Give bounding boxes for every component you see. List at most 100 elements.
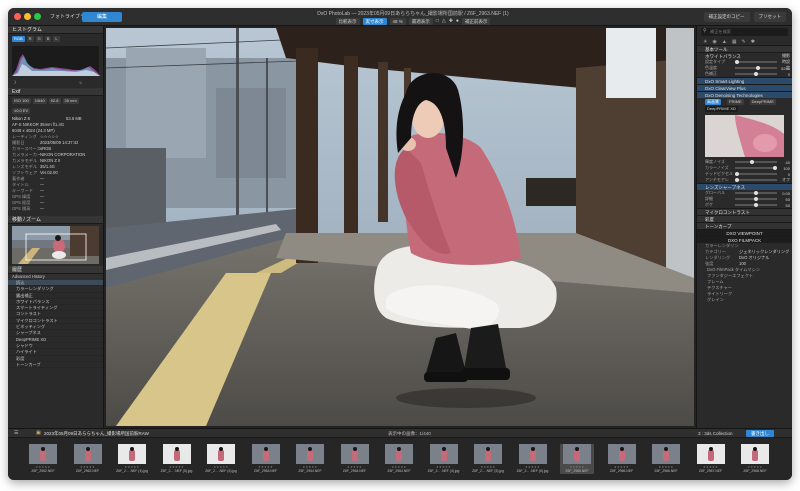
lens-sharpness-header[interactable]: レンズシャープネス — [697, 183, 792, 190]
denoise-deepprime[interactable]: DeepPRIME — [749, 99, 776, 105]
channel-rgb[interactable]: RGB — [12, 36, 25, 42]
filmstrip-thumbnail[interactable]: ★★★★★ Z6F_2965.NEF — [560, 444, 594, 474]
filmstrip-thumbnail[interactable]: ★★★★★ Z6F_2968.NEF — [738, 444, 772, 474]
exif-header[interactable]: Exif — [8, 88, 103, 96]
filmstrip-thumbnail[interactable]: ★★★★★ Z6F_2962.NEF — [26, 444, 60, 474]
history-item[interactable]: トーンカーブ — [8, 362, 103, 369]
slider-track[interactable] — [735, 190, 777, 195]
filmstrip-thumbnail[interactable]: ★★★★★ Z6F_2966.NEF — [605, 444, 639, 474]
filmstrip-thumbnail[interactable]: ★★★★★ Z6F_2962.NEF — [71, 444, 105, 474]
filmpack-header[interactable]: DXO FILMPACK — [697, 236, 792, 243]
slider-track[interactable] — [735, 171, 777, 176]
sun-icon[interactable]: ☼ — [78, 80, 83, 86]
close-window-icon[interactable] — [14, 13, 21, 20]
filter-icon[interactable]: ☰ — [14, 430, 18, 436]
slider-track[interactable] — [735, 59, 777, 64]
slider-knob[interactable] — [735, 59, 739, 64]
slider-knob[interactable] — [754, 196, 758, 201]
tab-customize[interactable]: 編集 — [82, 12, 122, 22]
slider-knob[interactable] — [773, 165, 777, 170]
export-button[interactable]: 書き出し — [746, 430, 774, 437]
filmstrip-thumbnail[interactable]: ★★★★★ Z6F_2... .NEF (6).jpg — [516, 444, 550, 474]
main-photo[interactable] — [106, 28, 694, 426]
denoise-prime[interactable]: PRIME — [727, 99, 744, 105]
crop-icon[interactable]: □ — [436, 18, 439, 24]
zoom-window-icon[interactable] — [34, 13, 41, 20]
slider-knob[interactable] — [735, 171, 739, 176]
denoise-hq[interactable]: 高画質 — [705, 99, 721, 105]
slider-track[interactable] — [735, 159, 777, 164]
slider-knob[interactable] — [754, 71, 758, 76]
filmstrip-thumbnail[interactable]: ★★★★★ Z6F_2963.NEF — [249, 444, 283, 474]
slider-track[interactable] — [735, 165, 777, 170]
slider-knob[interactable] — [754, 190, 758, 195]
minimize-window-icon[interactable] — [24, 13, 31, 20]
slider-value: 0.00 — [782, 190, 790, 196]
filmstrip-thumbnail[interactable]: ★★★★★ Z6F_2964.NEF — [382, 444, 416, 474]
channel-r[interactable]: R — [26, 36, 34, 42]
histogram-header[interactable]: ヒストグラム — [8, 26, 103, 34]
clearview-header[interactable]: DxO ClearView Plus — [697, 84, 792, 91]
horizon-icon[interactable]: △ — [442, 18, 446, 24]
filmstrip-thumbnail[interactable]: ★★★★★ Z6F_2... .NEF (5).jpg — [471, 444, 505, 474]
filmpack-effect[interactable]: グレイン — [697, 297, 792, 303]
correction-section[interactable]: トーンカーブ — [697, 222, 792, 229]
filmstrip-thumbnail[interactable]: ★★★★★ Z6F_2964.NEF — [293, 444, 327, 474]
slider-knob[interactable] — [755, 65, 760, 70]
filmstrip-thumbnail[interactable]: ★★★★★ Z6F_2964.NEF — [338, 444, 372, 474]
filmstrip-thumbnail[interactable]: ★★★★★ Z6F_2967.NEF — [694, 444, 728, 474]
viewpoint-header[interactable]: DXO VIEWPOINT — [697, 229, 792, 236]
slider-track[interactable] — [735, 196, 777, 201]
filmstrip-thumbnail[interactable]: ★★★★★ Z6F_2... .NEF (5).jpg — [160, 444, 194, 474]
local-adjust-icon[interactable]: ● — [456, 18, 459, 24]
history-title: 履歴 — [12, 267, 23, 273]
slider-knob[interactable] — [735, 177, 739, 182]
zoom-level[interactable]: 48 % — [389, 17, 406, 25]
denoise-deepprime-xd[interactable]: DeepPRIME XD — [705, 106, 738, 112]
filmstrip-thumbnail[interactable]: ★★★★★ Z6F_2966.NEF — [649, 444, 683, 474]
channel-g[interactable]: G — [35, 36, 43, 42]
slider-track[interactable] — [735, 177, 777, 182]
filmstrip-thumbnail[interactable]: ★★★★★ Z6F_2... .NEF (4).jpg — [115, 444, 149, 474]
palette-fx-icon[interactable]: ✱ — [751, 39, 755, 45]
slider-track[interactable] — [735, 65, 777, 70]
palette-detail-icon[interactable]: ▲ — [722, 39, 727, 45]
white-balance-header[interactable]: ホワイトバランス — [697, 52, 792, 59]
slider-knob[interactable] — [754, 202, 758, 207]
denoise-header[interactable]: DxO Denoising Technologies — [697, 91, 792, 98]
smart-lighting-header[interactable]: DxO Smart Lighting — [697, 77, 792, 84]
filmstrip-thumbnail[interactable]: ★★★★★ Z6F_2... .NEF (4).jpg — [427, 444, 461, 474]
palette-geometry-icon[interactable]: ▦ — [732, 39, 737, 45]
navigator-thumbnail[interactable] — [12, 226, 99, 264]
slider-track[interactable] — [735, 202, 777, 207]
slider-track[interactable] — [735, 71, 777, 76]
thumbnail-image — [207, 444, 235, 464]
thumbnail-filename: Z6F_2... .NEF (4).jpg — [116, 469, 148, 473]
fit-view-button[interactable]: 最適表示 — [408, 17, 433, 25]
correction-search[interactable]: ⚲ 補正を検索 — [701, 28, 788, 36]
history-header[interactable]: 履歴 — [8, 266, 103, 274]
slider-knob[interactable] — [750, 159, 755, 164]
before-after-button[interactable]: 補正前表示 — [461, 17, 491, 25]
basic-tools-header[interactable]: 基本ツール — [697, 45, 792, 52]
correction-section[interactable]: マイクロコントラスト — [697, 208, 792, 215]
palette-light-icon[interactable]: ☀ — [703, 39, 707, 45]
filmstrip-thumbnail[interactable]: ★★★★★ Z6F_2... .NEF (6).jpg — [204, 444, 238, 474]
folder-name[interactable]: 2023年05月09日あららちゃん_撮影場所国前駅RAW — [44, 431, 149, 437]
navigator-header[interactable]: 移動 / ズーム — [8, 216, 103, 224]
denoise-preview[interactable] — [705, 115, 784, 157]
compare-button[interactable]: 比較表示 — [335, 17, 360, 25]
correction-section[interactable]: 彩度 — [697, 215, 792, 222]
actual-size-button[interactable]: 実寸表示 — [362, 17, 387, 25]
copy-settings-button[interactable]: 補正設定のコピー — [703, 12, 750, 22]
thumbnail-image — [518, 444, 547, 464]
palette-local-icon[interactable]: ✎ — [742, 39, 746, 45]
channel-l[interactable]: L — [53, 36, 60, 42]
collection-label[interactable]: 3 : 3ds Collection — [698, 431, 733, 436]
white-balance-sliders: 設定タイプ 撮影時設定 色温度 5240 色補正 0 — [697, 53, 792, 77]
moon-icon[interactable]: ☽ — [12, 80, 16, 86]
channel-b[interactable]: B — [44, 36, 52, 42]
palette-color-icon[interactable]: ◉ — [712, 39, 716, 45]
presets-button[interactable]: プリセット — [753, 12, 786, 22]
repair-icon[interactable]: ✚ — [449, 18, 453, 24]
